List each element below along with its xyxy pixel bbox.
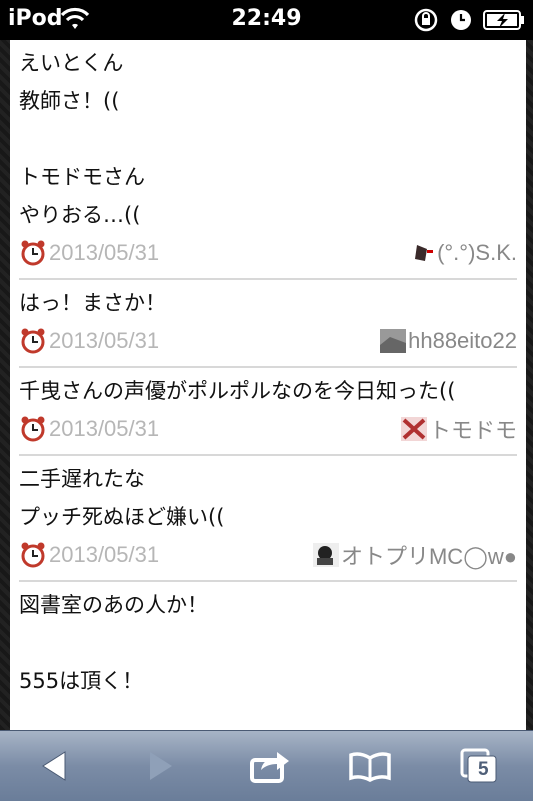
comment-date: 2013/05/31: [19, 541, 159, 569]
back-button[interactable]: [27, 743, 81, 789]
comment-author[interactable]: (°.°)S.K.: [409, 240, 517, 266]
comment-item: 図書室のあの人か！ 555は頂く！: [19, 582, 517, 706]
tabs-button[interactable]: 5: [452, 743, 506, 789]
comment-date-text: 2013/05/31: [49, 416, 160, 441]
forward-icon: [150, 752, 172, 780]
orientation-lock-icon: [414, 8, 438, 32]
share-icon: [250, 752, 289, 783]
alarm-clock-icon: [21, 416, 45, 442]
comment-text-line: トモドモさん: [19, 165, 145, 189]
comment-date: 2013/05/31: [19, 327, 159, 355]
comment-date-text: 2013/05/31: [49, 240, 160, 265]
comment-blank-line: [19, 120, 517, 158]
comment-text-line: 二手遅れたな: [19, 467, 145, 491]
share-button[interactable]: [243, 743, 297, 789]
battery-icon: [483, 10, 524, 30]
comment-author[interactable]: オトプリMC◯w●: [312, 539, 517, 571]
comment-author[interactable]: hh88eito22: [380, 328, 517, 354]
comment-date-text: 2013/05/31: [49, 542, 160, 567]
comment-item: 二手遅れたな プッチ死ぬほど嫌い(( 2013/05/31 オトプリMC◯w●: [19, 456, 517, 582]
bookmarks-icon: [349, 752, 391, 782]
user-avatar-icon: [312, 543, 339, 567]
bookmarks-button[interactable]: [343, 743, 397, 789]
alarm-clock-icon: [21, 542, 45, 568]
comment-text-line: えいとくん: [19, 51, 124, 75]
tabs-count-badge: 5: [478, 759, 489, 780]
comment-date-text: 2013/05/31: [49, 328, 160, 353]
comment-item: はっ！まさか！ 2013/05/31 hh88eito22: [19, 280, 517, 368]
comment-text-line: 555は頂く！: [19, 669, 144, 693]
comment-text-line: やりおる…((: [19, 203, 141, 227]
comment-date: 2013/05/31: [19, 415, 159, 443]
comment-text-line: 図書室のあの人か！: [19, 593, 208, 617]
browser-toolbar: 5: [0, 730, 533, 801]
user-avatar-icon: [400, 417, 427, 441]
status-bar: iPod 22:49: [0, 0, 533, 40]
user-avatar-icon: [380, 329, 407, 353]
comment-item: 千曳さんの声優がポルポルなのを今日知った(( 2013/05/31 トモドモ: [19, 368, 517, 456]
comment-text-line: 教師さ！((: [19, 89, 120, 113]
comment-text-line: 千曳さんの声優がポルポルなのを今日知った((: [19, 379, 456, 403]
comment-author[interactable]: トモドモ: [400, 413, 517, 445]
alarm-clock-icon: [21, 328, 45, 354]
user-avatar-icon: [415, 245, 434, 261]
comment-list[interactable]: えいとくん 教師さ！(( トモドモさん やりおる…(( 2013/05/31 (…: [10, 40, 526, 730]
comment-text-line: プッチ死ぬほど嫌い((: [19, 505, 225, 529]
alarm-status-icon: [451, 10, 471, 30]
forward-button[interactable]: [134, 743, 188, 789]
comment-author-name: hh88eito22: [408, 328, 517, 353]
comment-author-name: (°.°)S.K.: [437, 240, 517, 265]
comment-blank-line: [19, 624, 517, 662]
alarm-clock-icon: [21, 240, 45, 266]
comment-author-name: オトプリMC◯w●: [340, 544, 517, 569]
back-icon: [42, 751, 66, 781]
comment-date: 2013/05/31: [19, 239, 159, 267]
comment-author-name: トモドモ: [428, 418, 517, 443]
comment-item: えいとくん 教師さ！(( トモドモさん やりおる…(( 2013/05/31 (…: [19, 40, 517, 280]
comment-text-line: はっ！まさか！: [19, 291, 166, 315]
